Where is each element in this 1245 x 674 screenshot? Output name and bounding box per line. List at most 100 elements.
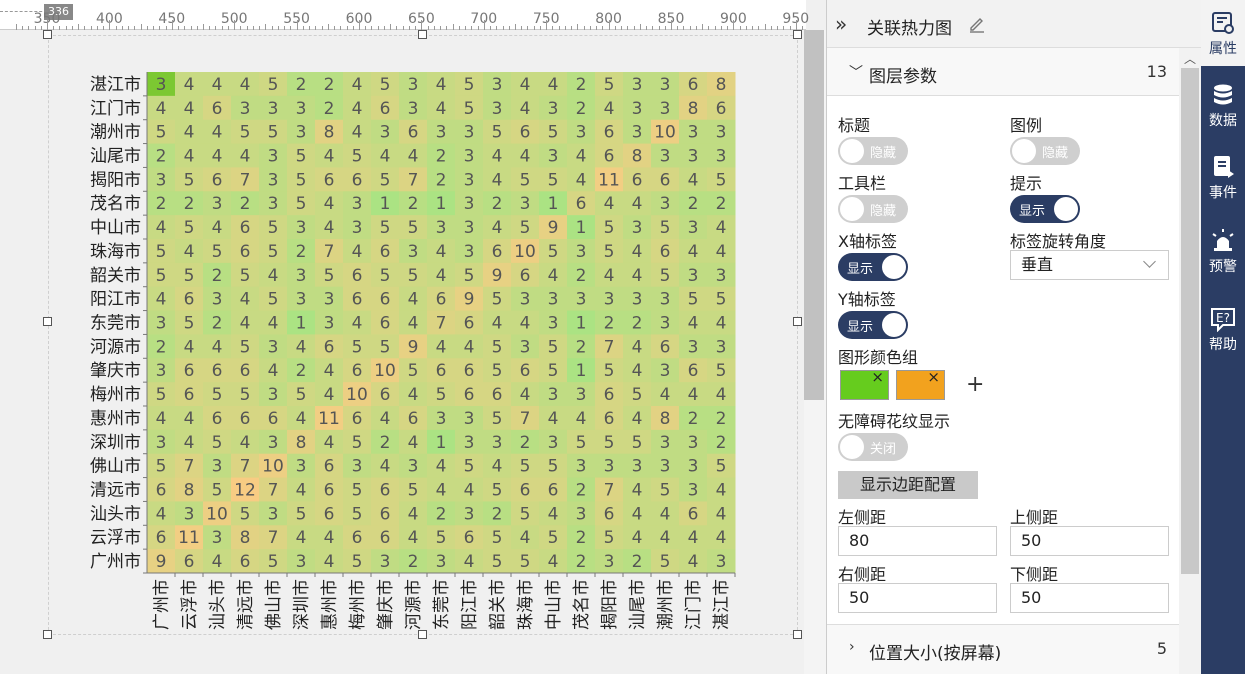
cell-value-label: 4 (436, 337, 447, 357)
nav-events[interactable]: 事件 (1201, 154, 1245, 202)
panel-scrollbar[interactable]: ︿ (1179, 48, 1202, 674)
cell-value-label: 6 (240, 409, 251, 429)
cell-value-label: 7 (324, 242, 335, 262)
cell-value-label: 2 (716, 433, 727, 453)
canvas-scrollbar[interactable] (804, 30, 826, 674)
cell-value-label: 5 (184, 218, 195, 238)
x-tick-label: 广州市 (152, 579, 172, 630)
cell-value-label: 4 (464, 337, 475, 357)
rotate-select[interactable]: 垂直 (1010, 250, 1169, 280)
cell-value-label: 2 (492, 504, 503, 524)
cell-value-label: 2 (184, 194, 195, 214)
x-tick-label: 佛山市 (264, 579, 284, 630)
cell-value-label: 3 (296, 123, 307, 143)
x-tick-label: 韶关市 (488, 579, 508, 630)
cell-value-label: 4 (352, 75, 363, 95)
cell-value-label: 5 (240, 504, 251, 524)
cell-value-label: 6 (660, 170, 671, 190)
title-toggle[interactable]: 隐藏 (838, 137, 908, 165)
properties-panel: » 关联热力图 ﹀ 图层参数 13 标题 隐藏 图例 隐藏 工具栏 隐藏 提示 … (826, 0, 1202, 674)
ylabel-toggle[interactable]: 显示 (838, 311, 908, 339)
cell-value-label: 4 (716, 504, 727, 524)
props-form: 标题 隐藏 图例 隐藏 工具栏 隐藏 提示 显示 X轴标签 显示 标签旋转角度 … (827, 0, 1179, 674)
top-margin-input[interactable]: 50 (1010, 526, 1169, 556)
scroll-up-icon[interactable]: ︿ (1184, 50, 1196, 67)
cell-value-label: 6 (212, 409, 223, 429)
cell-value-label: 5 (408, 361, 419, 381)
remove-color-icon[interactable]: × (927, 368, 940, 386)
nav-data[interactable]: 数据 (1201, 82, 1245, 130)
toolbar-toggle[interactable]: 隐藏 (838, 195, 908, 223)
cell-value-label: 3 (268, 170, 279, 190)
cell-value-label: 11 (178, 528, 200, 548)
xlabel-label: X轴标签 (838, 232, 897, 251)
canvas-scrollbar-thumb[interactable] (804, 30, 824, 400)
show-margin-config-button[interactable]: 显示边距配置 (838, 471, 978, 499)
cell-value-label: 7 (604, 481, 615, 501)
color-swatch-1[interactable]: × (840, 368, 889, 400)
x-tick-label: 惠州市 (320, 579, 340, 630)
cell-value-label: 5 (408, 481, 419, 501)
cell-value-label: 6 (408, 409, 419, 429)
cell-value-label: 6 (184, 552, 195, 572)
cell-value-label: 10 (206, 504, 228, 524)
cell-value-label: 4 (688, 528, 699, 548)
cell-value-label: 4 (240, 433, 251, 453)
cell-value-label: 6 (324, 170, 335, 190)
cell-value-label: 5 (212, 242, 223, 262)
cell-value-label: 3 (576, 123, 587, 143)
cell-value-label: 3 (296, 290, 307, 310)
cell-value-label: 7 (520, 409, 531, 429)
cell-value-label: 5 (240, 337, 251, 357)
left-margin-input[interactable]: 80 (838, 526, 997, 556)
x-tick-label: 汕尾市 (628, 579, 648, 630)
remove-color-icon[interactable]: × (871, 368, 884, 386)
cell-value-label: 4 (660, 385, 671, 405)
panel-scrollbar-thumb[interactable] (1181, 68, 1199, 574)
cell-value-label: 3 (436, 218, 447, 238)
legend-toggle[interactable]: 隐藏 (1010, 137, 1080, 165)
cell-value-label: 4 (212, 123, 223, 143)
cell-value-label: 5 (464, 266, 475, 286)
cell-value-label: 3 (212, 290, 223, 310)
tooltip-toggle[interactable]: 显示 (1010, 195, 1080, 223)
cell-value-label: 4 (380, 457, 391, 477)
cell-value-label: 5 (604, 361, 615, 381)
heatmap-chart[interactable]: 3 4 4 4 5 2 2 4 5 3 4 5 3 4 4 2 5 3 3 6 84 4 6 3 3 3 2 4 6 3 4 5 3 4 3 2 4 3 3… (0, 0, 800, 674)
cell-value-label: 5 (632, 385, 643, 405)
add-color-button[interactable]: + (966, 372, 984, 397)
x-tick-label: 清远市 (236, 579, 256, 630)
right-margin-input[interactable]: 50 (838, 583, 997, 613)
cell-value-label: 4 (156, 504, 167, 524)
chevron-right-icon: › (849, 639, 855, 655)
nav-properties[interactable]: 属性 (1201, 0, 1245, 66)
cell-value-label: 3 (324, 290, 335, 310)
position-size-count: 5 (1156, 639, 1167, 658)
cell-value-label: 6 (380, 528, 391, 548)
cell-value-label: 4 (464, 481, 475, 501)
right-margin-label: 右侧距 (838, 565, 887, 584)
nav-alerts[interactable]: 预警 (1201, 228, 1245, 276)
bottom-margin-input[interactable]: 50 (1010, 583, 1169, 613)
cell-value-label: 1 (436, 194, 447, 214)
cell-value-label: 5 (632, 433, 643, 453)
cell-value-label: 3 (660, 194, 671, 214)
cell-value-label: 4 (660, 504, 671, 524)
pattern-toggle[interactable]: 关闭 (838, 433, 908, 461)
nav-help[interactable]: E? 帮助 (1201, 306, 1245, 354)
cell-value-label: 2 (688, 194, 699, 214)
cell-value-label: 4 (324, 552, 335, 572)
position-size-header[interactable]: › 位置大小(按屏幕) 5 (827, 624, 1179, 674)
y-tick-label: 河源市 (90, 337, 141, 357)
cell-value-label: 3 (464, 242, 475, 262)
cell-value-label: 4 (212, 75, 223, 95)
design-canvas[interactable]: 336 350 400 450 500 550 600 650 700 750 800 850 900… (0, 0, 826, 674)
cell-value-label: 6 (212, 361, 223, 381)
cell-value-label: 5 (716, 457, 727, 477)
color-swatch-2[interactable]: × (896, 368, 945, 400)
cell-value-label: 5 (352, 504, 363, 524)
xlabel-toggle[interactable]: 显示 (838, 253, 908, 281)
cell-value-label: 5 (604, 75, 615, 95)
cell-value-label: 2 (716, 194, 727, 214)
cell-value-label: 3 (716, 123, 727, 143)
